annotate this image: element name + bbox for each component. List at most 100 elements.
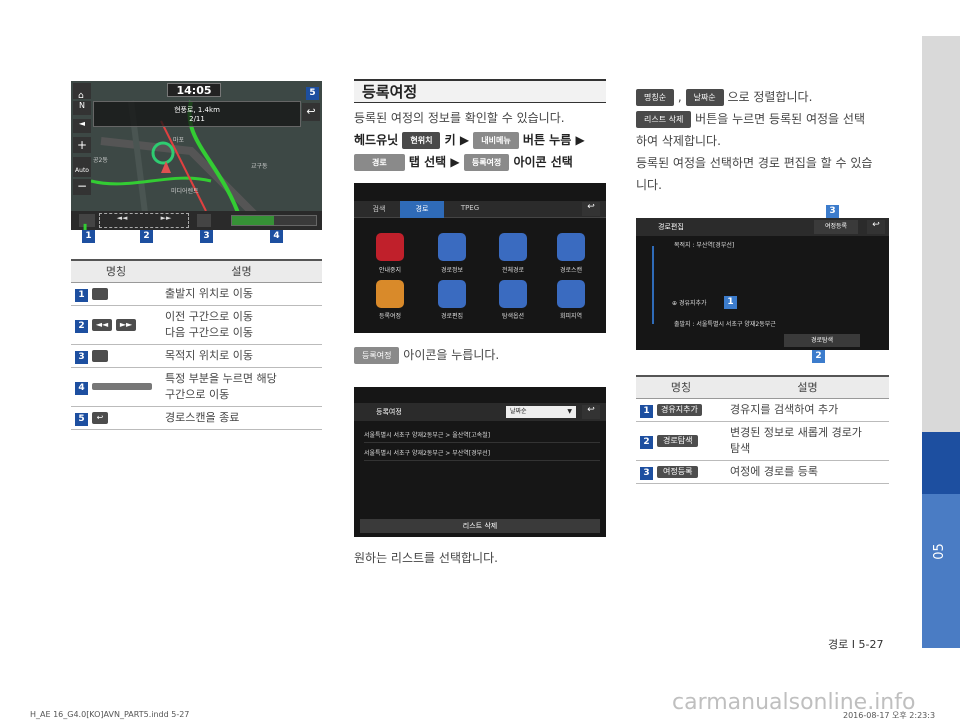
watermark: carmanualsonline.info (672, 690, 916, 715)
edit-header: 경로편집 여정등록 ↩ (636, 218, 889, 236)
icon-label: 등록여정 (378, 313, 402, 320)
step-text: 탭 선택 ▶ (408, 155, 460, 169)
register-trip-button[interactable]: 여정등록 (814, 220, 858, 234)
navi-menu-button: 내비메뉴 (473, 132, 519, 149)
icon-label: 경로편집 (440, 313, 464, 320)
sort-text: 으로 정렬합니다. (727, 90, 813, 104)
route-line (652, 246, 654, 324)
back-button[interactable]: ↩ (867, 220, 885, 234)
row-desc: 변경된 정보로 새롭게 경로가 탐색 (726, 421, 889, 461)
zoom-in-button[interactable]: + (73, 137, 91, 153)
row-number: 5 (75, 412, 88, 426)
callout-5: 5 (306, 87, 319, 100)
table-row: 3 목적지 위치로 이동 (71, 344, 322, 368)
search-option-icon[interactable] (499, 280, 527, 308)
table-row: 5 ↩ 경로스캔을 종료 (71, 406, 322, 430)
icon-label: 안내중지 (378, 267, 402, 274)
map-label: 마포 (173, 137, 185, 144)
callout-2: 2 (812, 350, 825, 363)
chapter-bar-mid (922, 432, 960, 494)
zoom-out-button[interactable]: − (73, 179, 91, 195)
file-info: H_AE 16_G4.0[KO]AVN_PART5.indd 5-27 (30, 710, 190, 719)
row-desc: 목적지 위치로 이동 (161, 344, 322, 368)
trip-item[interactable]: 서울특별시 서초구 양재2동부근 > 울산역[고속철] (364, 427, 600, 443)
icon-label: 경로정보 (440, 267, 464, 274)
return-icon: ↩ (587, 202, 595, 212)
saved-trip-icon[interactable] (376, 280, 404, 308)
section-heading: 등록여정 (354, 79, 606, 103)
route-edit-icon[interactable] (438, 280, 466, 308)
callout-2: 2 (140, 230, 153, 243)
dest-button[interactable] (197, 214, 211, 227)
chapter-bar-top (922, 36, 960, 432)
route-info-icon[interactable] (438, 233, 466, 261)
callout-4: 4 (270, 230, 283, 243)
add-waypoint-button[interactable]: ⊕ 경유지추가 (672, 298, 707, 307)
tab-tpeg[interactable]: TPEG (450, 204, 490, 212)
row-desc: 경로스캔을 종료 (161, 406, 322, 430)
delete-line: 리스트 삭제 버튼을 누르면 등록된 여정을 선택 (636, 108, 865, 130)
map-label: 공2동 (93, 157, 108, 164)
press-text: 아이콘을 누릅니다. (403, 348, 500, 362)
callout-3: 3 (826, 205, 839, 218)
start-row[interactable]: 출발지 : 서울특별시 서초구 양재2동부근 (674, 319, 854, 328)
sort-select[interactable]: 날짜순 ▼ (506, 406, 576, 418)
route-scan-icon[interactable] (557, 233, 585, 261)
full-route-icon[interactable] (499, 233, 527, 261)
return-icon: ↩ (872, 220, 880, 230)
current-position-key: 현위치 (402, 132, 441, 149)
col-desc: 설명 (161, 259, 322, 283)
list-delete-button[interactable]: 리스트 삭제 (360, 519, 600, 533)
prev-button[interactable]: ◄◄ (107, 214, 137, 227)
table-row: 1 출발지 위치로 이동 (71, 282, 322, 306)
sort-line: 명칭순 , 날짜순 으로 정렬합니다. (636, 86, 812, 108)
callout-1: 1 (724, 296, 737, 309)
trip-item[interactable]: 서울특별시 서초구 양재2동부근 > 부산역[경부선] (364, 445, 600, 461)
return-icon: ↩ (306, 105, 316, 118)
step-line-1: 헤드유닛 현위치 키 ▶ 내비메뉴 버튼 누름 ▶ (354, 129, 585, 151)
row-number: 3 (75, 350, 88, 364)
step-line-2: 경로 탭 선택 ▶ 등록여정 아이콘 선택 (354, 151, 573, 173)
start-flag-button[interactable]: ▮ (79, 214, 95, 230)
back-button[interactable]: ↩ (582, 202, 600, 216)
dest-mini-icon (92, 349, 108, 362)
tab-route[interactable]: 경로 (400, 201, 444, 218)
register-label: 여정등록 (657, 465, 699, 478)
step-text: 아이콘 선택 (513, 155, 573, 169)
route-tab-label: 경로 (354, 154, 405, 171)
dest-row[interactable]: 목적지 : 부산역[경부선] (674, 240, 864, 249)
row-desc: 여정에 경로를 등록 (726, 460, 889, 484)
slider-mini-icon (92, 383, 152, 390)
route-search-button[interactable]: 경로탐색 (784, 334, 860, 347)
volume-button[interactable]: ◄ (73, 119, 91, 133)
time-display: 14:05 (167, 83, 221, 97)
home-button[interactable]: ⌂ (73, 83, 91, 101)
map-label: 교구동 (251, 163, 268, 170)
back-button[interactable]: ↩ (302, 103, 320, 121)
date-sort-label: 날짜순 (685, 89, 724, 106)
avoid-area-icon[interactable] (557, 280, 585, 308)
delete-text: 버튼을 누르면 등록된 여정을 선택 (695, 112, 865, 126)
edit-line-1: 등록된 여정을 선택하면 경로 편집을 할 수 있습 (636, 156, 873, 170)
auto-zoom-button[interactable]: Auto (73, 157, 91, 177)
delete-line-2: 하여 삭제합니다. (636, 134, 721, 148)
sort-value: 날짜순 (510, 408, 527, 415)
intro-text: 등록된 여정의 정보를 확인할 수 있습니다. (354, 111, 565, 125)
speaker-icon: ◄ (78, 119, 86, 128)
stop-guidance-icon[interactable] (376, 233, 404, 261)
icon-label: 탐색옵션 (501, 313, 525, 320)
name-sort-label: 명칭순 (636, 89, 675, 106)
rewind-icon: ◄◄ (116, 214, 128, 222)
add-waypoint-label: 경유지추가 (678, 300, 707, 307)
next-button[interactable]: ►► (151, 214, 181, 227)
row-number: 1 (75, 288, 88, 302)
row-number: 2 (640, 435, 653, 449)
tab-search[interactable]: 검색 (362, 204, 396, 214)
table-row: 1 경유지추가 경유지를 검색하여 추가 (636, 398, 889, 422)
back-button[interactable]: ↩ (582, 405, 600, 419)
progress-slider[interactable] (231, 215, 317, 226)
edit-line-2: 니다. (636, 178, 662, 192)
row-desc: 경유지를 검색하여 추가 (726, 398, 889, 422)
compass-button[interactable]: N (73, 101, 91, 115)
comma: , (677, 90, 682, 104)
